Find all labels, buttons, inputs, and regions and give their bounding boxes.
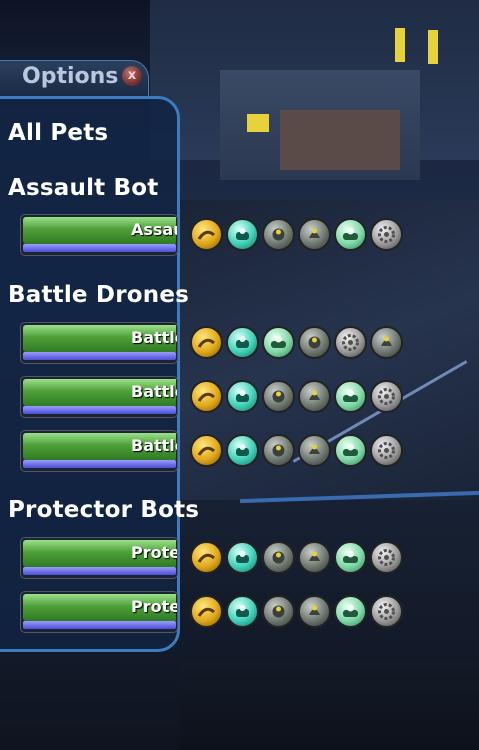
pet-command-icons [190, 326, 403, 359]
mint-turret-icon[interactable] [262, 326, 295, 359]
pet-bar[interactable]: Protector Bot [20, 537, 178, 579]
gray-gear-icon[interactable] [262, 541, 295, 574]
mint-turret-icon[interactable] [334, 380, 367, 413]
window-light [395, 28, 405, 62]
pet-command-icons [190, 541, 403, 574]
gold-swirl-icon[interactable] [190, 218, 223, 251]
pet-bar[interactable]: Battle Drone [20, 376, 178, 418]
group-label-protector-bots[interactable]: Protector Bots [8, 497, 199, 523]
silver-cog-icon[interactable] [370, 541, 403, 574]
gray-gear-icon[interactable] [298, 326, 331, 359]
teal-turret-icon[interactable] [226, 218, 259, 251]
gold-swirl-icon[interactable] [190, 326, 223, 359]
gray-gear-icon[interactable] [262, 380, 295, 413]
pet-bar[interactable]: Battle Drone [20, 322, 178, 364]
pet-command-icons [190, 218, 403, 251]
teal-turret-icon[interactable] [226, 595, 259, 628]
silver-cog-icon[interactable] [370, 595, 403, 628]
gray-bell-icon[interactable] [298, 380, 331, 413]
pet-bar[interactable]: Protector Bot [20, 591, 178, 633]
gray-gear-icon[interactable] [262, 218, 295, 251]
gray-bell-icon[interactable] [298, 434, 331, 467]
gray-gear-icon[interactable] [262, 434, 295, 467]
pet-bar[interactable]: Assault Bot [20, 214, 178, 256]
gray-bell-icon[interactable] [298, 218, 331, 251]
window-light [428, 30, 438, 64]
group-label-battle-drones[interactable]: Battle Drones [8, 282, 189, 308]
group-label-assault-bot[interactable]: Assault Bot [8, 175, 159, 201]
pet-name: Battle Drone [131, 436, 177, 455]
silver-cog-icon[interactable] [370, 218, 403, 251]
mint-turret-icon[interactable] [334, 541, 367, 574]
gray-bell-icon[interactable] [298, 595, 331, 628]
silver-cog-icon[interactable] [370, 434, 403, 467]
window-light [247, 114, 269, 132]
teal-turret-icon[interactable] [226, 541, 259, 574]
pet-name: Protector Bot [131, 543, 177, 562]
gold-swirl-icon[interactable] [190, 434, 223, 467]
gold-swirl-icon[interactable] [190, 595, 223, 628]
pet-bar[interactable]: Battle Drone [20, 430, 178, 472]
teal-turret-icon[interactable] [226, 434, 259, 467]
pet-name: Battle Drone [131, 328, 177, 347]
gray-bell-icon[interactable] [298, 541, 331, 574]
pet-name: Battle Drone [131, 382, 177, 401]
gold-swirl-icon[interactable] [190, 541, 223, 574]
options-title: Options [22, 64, 119, 89]
mint-turret-icon[interactable] [334, 218, 367, 251]
pet-name: Protector Bot [131, 597, 177, 616]
pet-name: Assault Bot [131, 220, 177, 239]
road-edge [180, 660, 479, 750]
mint-turret-icon[interactable] [334, 595, 367, 628]
teal-turret-icon[interactable] [226, 380, 259, 413]
gray-gear-icon[interactable] [262, 595, 295, 628]
teal-turret-icon[interactable] [226, 326, 259, 359]
pet-command-icons [190, 434, 403, 467]
silver-cog-icon[interactable] [370, 380, 403, 413]
mint-turret-icon[interactable] [334, 434, 367, 467]
pet-command-icons [190, 380, 403, 413]
close-icon[interactable]: x [122, 66, 142, 86]
silver-cog-icon[interactable] [334, 326, 367, 359]
gold-swirl-icon[interactable] [190, 380, 223, 413]
pet-command-icons [190, 595, 403, 628]
gray-bell-icon[interactable] [370, 326, 403, 359]
group-label-all-pets[interactable]: All Pets [8, 120, 108, 146]
building-silhouette [280, 110, 400, 170]
